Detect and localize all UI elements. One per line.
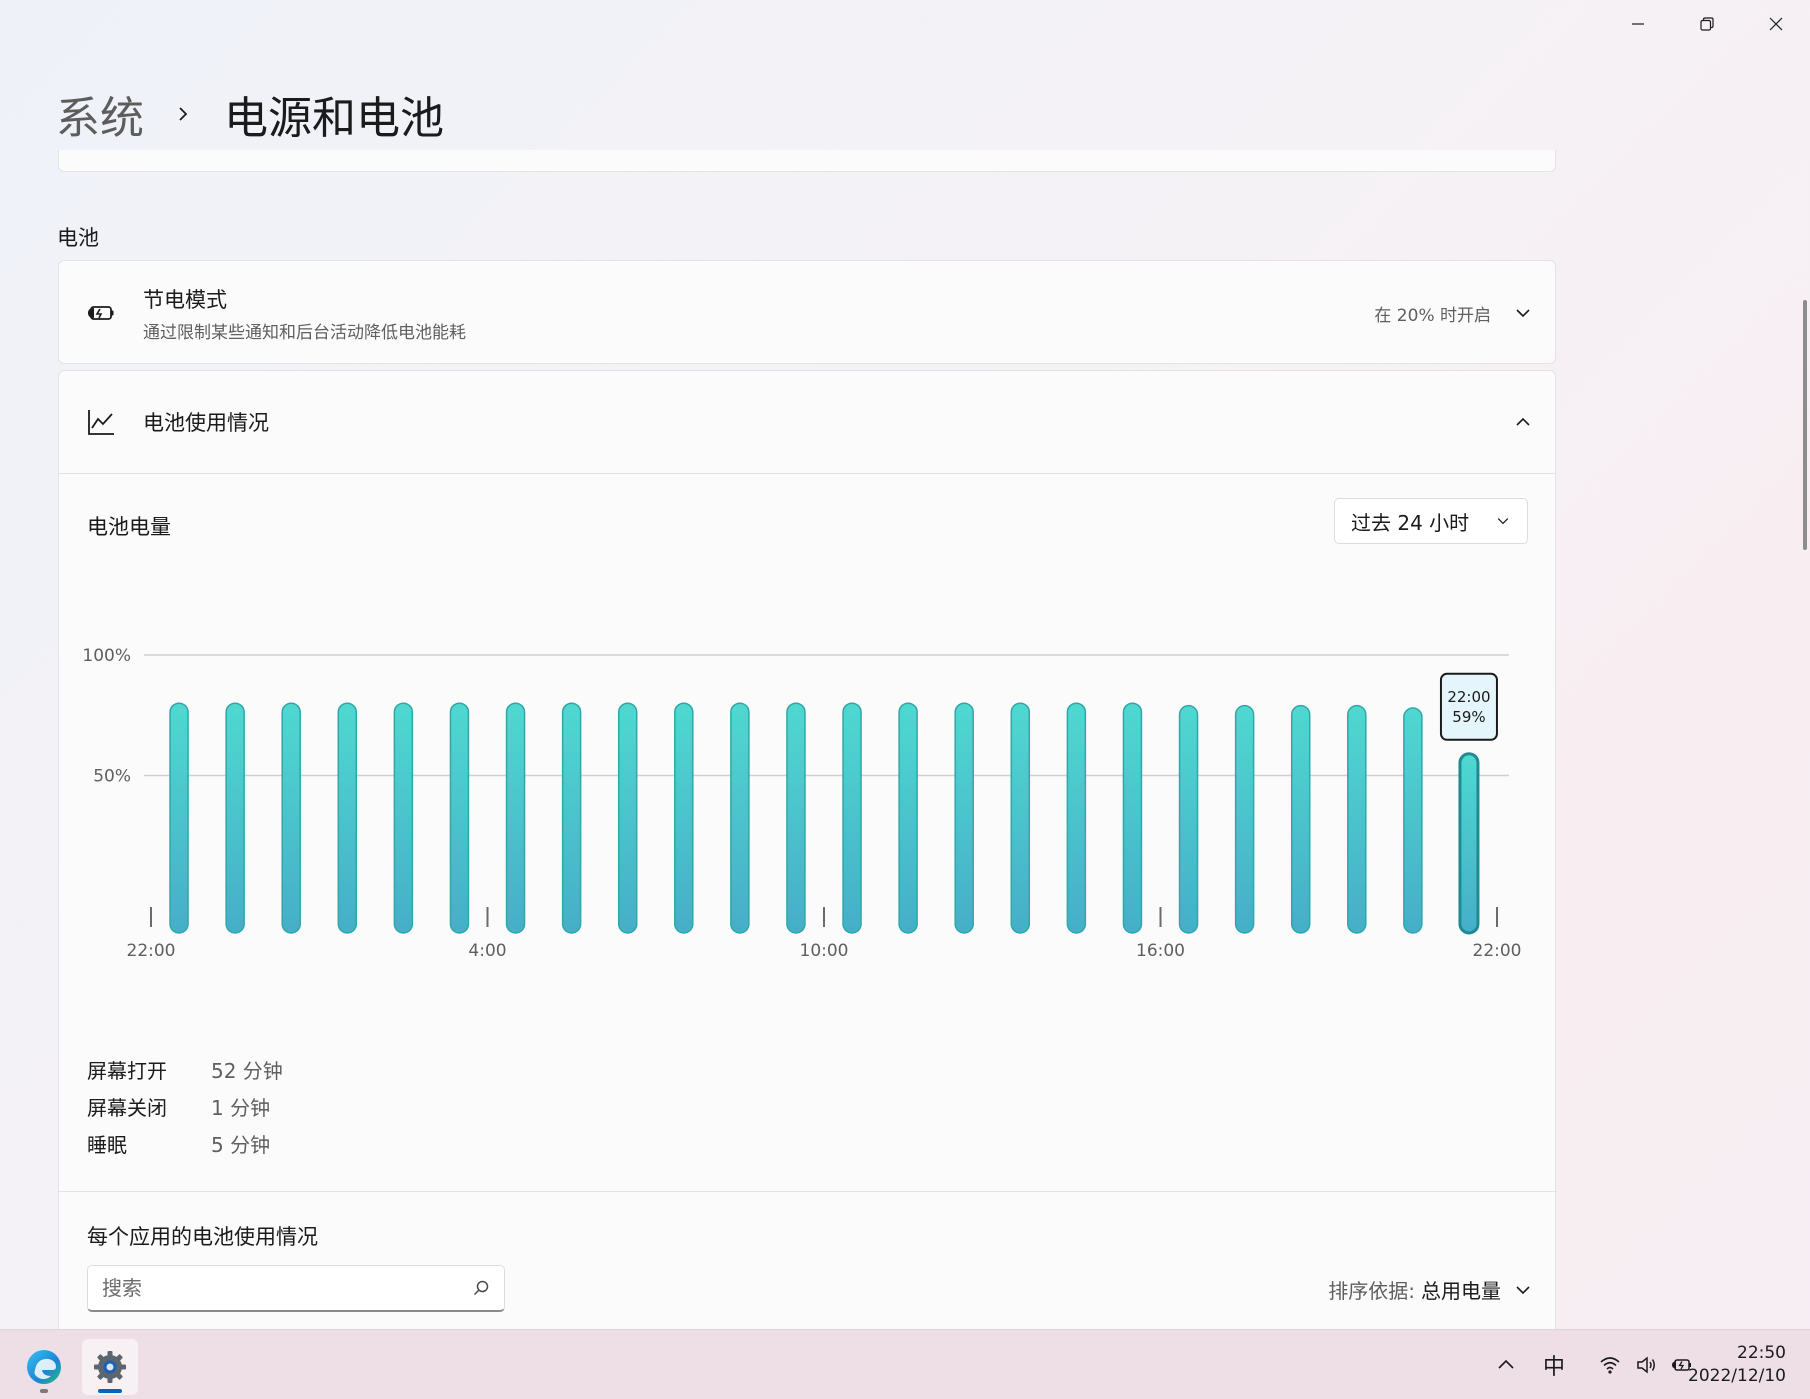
battery-bar: [1178, 704, 1199, 934]
taskbar-app-edge[interactable]: [16, 1339, 72, 1395]
battery-usage-title: 电池使用情况: [143, 411, 269, 435]
stat-label: 睡眠: [87, 1133, 127, 1157]
battery-usage-header[interactable]: 电池使用情况: [59, 371, 1555, 474]
battery-level-title: 电池电量: [87, 515, 171, 539]
stat-value: 5 分钟: [211, 1133, 271, 1157]
battery-bar: [674, 702, 694, 934]
system-tray: 中: [1488, 1330, 1700, 1399]
search-icon[interactable]: [472, 1279, 490, 1297]
x-tick-label: 22:00: [1473, 941, 1522, 961]
minimize-icon: [1631, 23, 1644, 25]
battery-saver-value: 在 20% 时开启: [1374, 305, 1491, 326]
taskbar-indicator: [98, 1389, 122, 1393]
restore-button[interactable]: [1672, 0, 1741, 48]
battery-bar: [1234, 704, 1255, 934]
chart-tooltip: [1439, 672, 1498, 741]
taskbar-clock[interactable]: 22:50 2022/12/10: [1688, 1342, 1786, 1388]
scrollbar-thumb[interactable]: [1803, 300, 1807, 550]
battery-bar: [1347, 704, 1367, 934]
battery-bar: [1010, 702, 1031, 934]
line-chart-icon: [83, 404, 119, 440]
battery-saver-subtitle: 通过限制某些通知和后台活动降低电池能耗: [143, 322, 466, 343]
ime-indicator[interactable]: 中: [1542, 1353, 1566, 1380]
chevron-up-icon[interactable]: [1513, 412, 1533, 432]
window-caption-buttons: [1603, 0, 1810, 48]
clock-time: 22:50: [1737, 1343, 1786, 1363]
volume-icon[interactable]: [1634, 1353, 1658, 1377]
app-usage-title: 每个应用的电池使用情况: [87, 1225, 318, 1249]
battery-bar: [1403, 707, 1423, 934]
battery-bar: [561, 702, 582, 934]
battery-bar: [1290, 704, 1311, 934]
y-tick-label: 100%: [82, 646, 131, 666]
battery-bar: [337, 702, 358, 934]
battery-saver-title: 节电模式: [143, 287, 227, 312]
battery-bar: [1458, 752, 1480, 935]
stat-screen-off: 屏幕关闭 1 分钟: [87, 1088, 283, 1125]
restore-icon: [1699, 17, 1714, 31]
stat-label: 屏幕关闭: [87, 1096, 167, 1120]
section-title-battery: 电池: [57, 226, 99, 250]
battery-bar: [1122, 702, 1143, 934]
battery-bar: [898, 702, 918, 934]
battery-bar: [169, 702, 189, 934]
app-search-box[interactable]: [87, 1265, 505, 1312]
stat-label: 屏幕打开: [87, 1059, 167, 1083]
battery-bar: [842, 702, 862, 934]
close-button[interactable]: [1741, 0, 1810, 48]
usage-stats: 屏幕打开 52 分钟 屏幕关闭 1 分钟 睡眠 5 分钟: [87, 1051, 283, 1162]
previous-card-bottom: [58, 150, 1556, 172]
battery-bar: [1066, 702, 1087, 934]
sort-dropdown[interactable]: 排序依据: 总用电量: [1328, 1275, 1533, 1304]
x-tick-label: 22:00: [127, 941, 176, 961]
sort-value: 总用电量: [1421, 1279, 1501, 1303]
battery-bar: [786, 702, 806, 934]
battery-saver-icon: [83, 295, 119, 331]
clock-date: 2022/12/10: [1688, 1366, 1786, 1386]
chevron-down-icon[interactable]: [1513, 303, 1533, 323]
edge-icon: [27, 1350, 61, 1384]
page-title: 电源和电池: [224, 93, 444, 144]
breadcrumb: 系统 电源和电池: [56, 82, 444, 146]
divider: [59, 1191, 1557, 1192]
x-tick-label: 10:00: [800, 941, 849, 961]
chevron-down-icon: [1516, 1285, 1530, 1294]
y-tick-label: 50%: [93, 767, 131, 787]
battery-level-chart: 100% 50% 22:00 4:00 10:00 16:00 22:00 22:00 59…: [82, 646, 1522, 961]
chevron-down-icon: [1497, 518, 1509, 525]
time-range-select[interactable]: 过去 24 小时: [1334, 498, 1528, 544]
wifi-icon[interactable]: [1598, 1353, 1622, 1377]
minimize-button[interactable]: [1603, 0, 1672, 48]
taskbar-indicator: [40, 1389, 48, 1393]
stat-value: 52 分钟: [211, 1059, 283, 1083]
battery-bar: [393, 702, 414, 934]
time-range-value: 过去 24 小时: [1351, 510, 1470, 535]
stat-value: 1 分钟: [211, 1096, 271, 1120]
battery-bar: [449, 702, 470, 934]
settings-icon: [94, 1351, 126, 1383]
battery-saver-card[interactable]: 节电模式 通过限制某些通知和后台活动降低电池能耗 在 20% 时开启: [58, 260, 1556, 364]
taskbar: 中 22:50 2022/12/10: [0, 1329, 1810, 1399]
close-icon: [1769, 17, 1782, 31]
breadcrumb-parent-system[interactable]: 系统: [56, 82, 144, 146]
battery-bar: [730, 702, 750, 934]
x-tick-label: 4:00: [468, 941, 506, 961]
sort-label: 排序依据:: [1328, 1279, 1415, 1303]
battery-bar: [505, 702, 526, 934]
stat-sleep: 睡眠 5 分钟: [87, 1125, 283, 1162]
stat-screen-on: 屏幕打开 52 分钟: [87, 1051, 283, 1088]
chevron-up-icon[interactable]: [1494, 1353, 1518, 1377]
chevron-right-icon: [179, 107, 188, 121]
x-tick-label: 16:00: [1136, 941, 1185, 961]
battery-bar: [954, 702, 974, 934]
tooltip-value: 59%: [1452, 708, 1485, 726]
taskbar-app-settings[interactable]: [82, 1339, 138, 1395]
battery-usage-card: 电池使用情况 电池电量 过去 24 小时 100% 50% 22:00 4:00 10…: [58, 370, 1557, 1330]
battery-bar: [617, 702, 638, 934]
battery-bar: [281, 702, 301, 934]
battery-bar: [225, 702, 245, 934]
app-search-input[interactable]: [102, 1276, 472, 1300]
tooltip-time: 22:00: [1447, 688, 1490, 706]
